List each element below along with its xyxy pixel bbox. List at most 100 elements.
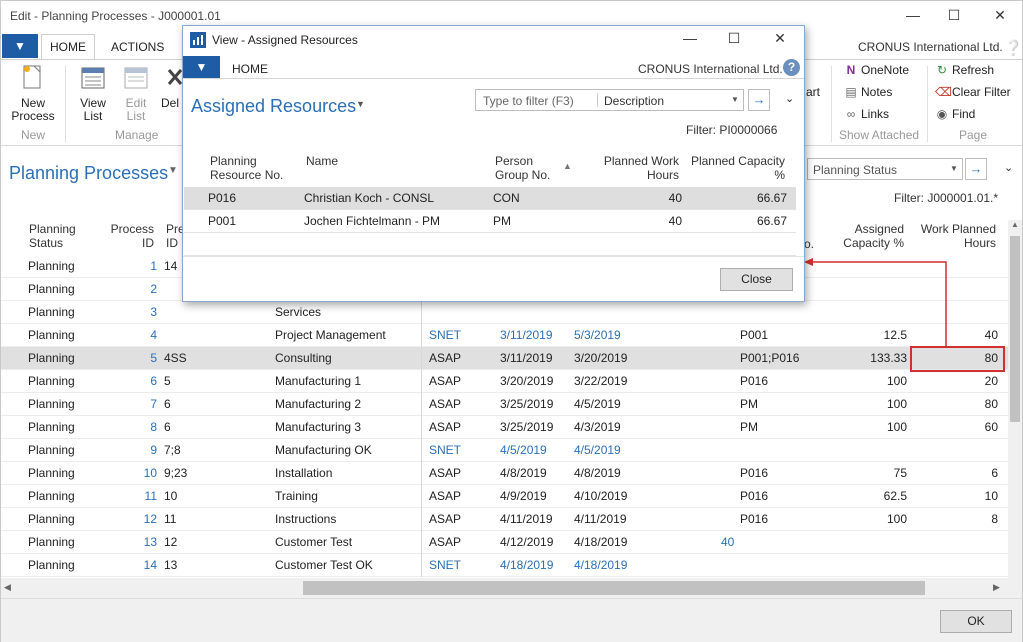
dialog-help-icon[interactable]: ?: [783, 59, 800, 76]
process-id[interactable]: 10: [101, 466, 157, 480]
group-separator: [927, 66, 928, 142]
table-row[interactable]: Planning 8 6 Manufacturing 3 ASAP 3/25/2019 4/…: [1, 416, 1009, 439]
process-id[interactable]: 14: [101, 558, 157, 572]
table-row[interactable]: Planning 14 13 Customer Test OK SNET 4/18/201…: [1, 554, 1009, 577]
onenote-button[interactable]: N OneNote: [844, 63, 909, 77]
process-id[interactable]: 6: [101, 374, 157, 388]
planned-capacity: 66.67: [756, 191, 787, 205]
assigned-capacity: 75: [893, 466, 907, 480]
group-separator: [65, 66, 66, 142]
description: Installation: [275, 466, 333, 480]
edit-list-button[interactable]: Edit List: [118, 64, 154, 123]
group-new-label: New: [21, 128, 46, 142]
header-work-planned-hours[interactable]: Work Planned Hours: [911, 222, 996, 250]
chart-button[interactable]: art: [806, 86, 820, 99]
clear-filter-button[interactable]: ⌫Clear Filter: [935, 85, 1011, 99]
new-process-button[interactable]: New Process: [11, 64, 55, 123]
dialog-app-menu-button[interactable]: ▼: [183, 56, 220, 78]
dialog-close-window-button[interactable]: ✕: [765, 28, 795, 50]
planning-status: Planning: [28, 374, 75, 388]
start-date: 4/5/2019: [500, 443, 547, 457]
app-menu-button[interactable]: ▼: [2, 34, 38, 58]
header-planning-status[interactable]: Planning Status: [29, 222, 76, 250]
dialog-filter-field[interactable]: Description: [604, 94, 664, 108]
start-date: 3/11/2019: [500, 328, 553, 342]
table-row[interactable]: Planning 7 6 Manufacturing 2 ASAP 3/25/2019 4/…: [1, 393, 1009, 416]
dialog-minimize-button[interactable]: —: [675, 28, 705, 50]
resources: PM: [740, 397, 758, 411]
filter-field-select[interactable]: Planning Status ▼: [807, 158, 963, 180]
resources: P016: [740, 466, 769, 480]
process-id[interactable]: 12: [101, 512, 157, 526]
links-button[interactable]: ∞ Links: [844, 107, 889, 121]
process-id[interactable]: 4: [101, 328, 157, 342]
scroll-up-icon[interactable]: ▲: [1008, 220, 1022, 234]
horizontal-scrollbar[interactable]: ◀ ▶: [1, 578, 1022, 598]
maximize-button[interactable]: ☐: [939, 5, 969, 27]
notes-button[interactable]: ▤ Notes: [844, 85, 892, 99]
table-row[interactable]: Planning 5 4SS Consulting ASAP 3/11/2019 3/20/…: [1, 347, 1009, 370]
process-id[interactable]: 8: [101, 420, 157, 434]
filter-go-button[interactable]: →: [965, 158, 987, 180]
page-title-dropdown-icon[interactable]: ▼: [168, 165, 178, 176]
dialog-header-capacity[interactable]: Planned Capacity %: [688, 154, 785, 182]
table-row[interactable]: Planning 13 12 Customer Test ASAP 4/12/2019 4/…: [1, 531, 1009, 554]
tab-actions-label: ACTIONS: [111, 40, 165, 54]
process-id[interactable]: 5: [101, 351, 157, 365]
dialog-tab-home[interactable]: HOME: [232, 62, 268, 76]
tab-actions[interactable]: ACTIONS: [111, 40, 164, 54]
dialog-table-row[interactable]: P001 Jochen Fichtelmann - PM PM 40 66.67: [184, 210, 796, 233]
table-row[interactable]: Planning 9 7;8 Manufacturing OK SNET 4/5/2019…: [1, 439, 1009, 462]
start-date: 4/8/2019: [500, 466, 547, 480]
chevron-down-icon[interactable]: ▼: [731, 95, 739, 104]
horizontal-scroll-thumb[interactable]: [303, 581, 925, 595]
refresh-button[interactable]: ↻ Refresh: [935, 63, 994, 77]
dialog-filter-input[interactable]: Type to filter (F3): [483, 94, 574, 108]
expand-chevron-icon[interactable]: ⌄: [1004, 161, 1013, 174]
resources: 40: [721, 535, 735, 549]
dialog-header-name[interactable]: Name: [306, 154, 338, 168]
process-id[interactable]: 2: [101, 282, 157, 296]
delete-button[interactable]: Del: [161, 64, 183, 110]
table-row[interactable]: Planning 12 11 Instructions ASAP 4/11/2019 4/1…: [1, 508, 1009, 531]
close-button[interactable]: Close: [720, 268, 793, 291]
dialog-header-work-hours[interactable]: Planned Work Hours: [588, 154, 679, 182]
view-list-button[interactable]: View List: [75, 64, 111, 123]
process-id[interactable]: 1: [101, 259, 157, 273]
header-process-id[interactable]: Process ID: [101, 222, 154, 250]
dialog-maximize-button[interactable]: ☐: [719, 28, 749, 50]
new-process-label: New Process: [11, 96, 55, 123]
process-id[interactable]: 13: [101, 535, 157, 549]
predecessor-id: 10: [164, 489, 178, 503]
dialog-table-row[interactable]: P016 Christian Koch - CONSL CON 40 66.67: [184, 187, 796, 210]
ok-button[interactable]: OK: [940, 610, 1012, 633]
dialog-expand-chevron-icon[interactable]: ⌄: [785, 92, 794, 105]
find-button[interactable]: ◉ Find: [935, 107, 976, 121]
resource-no: P016: [208, 191, 237, 205]
header-resource[interactable]: o.: [804, 237, 814, 251]
dialog-header-resource-no[interactable]: Planning Resource No.: [210, 154, 283, 182]
tab-home[interactable]: HOME: [41, 34, 95, 59]
table-row[interactable]: Planning 6 5 Manufacturing 1 ASAP 3/20/2019 3/…: [1, 370, 1009, 393]
header-assigned-capacity[interactable]: Assigned Capacity %: [826, 222, 904, 250]
vertical-scrollbar[interactable]: ▲: [1008, 220, 1022, 578]
dialog-title-dropdown-icon[interactable]: ▼: [356, 99, 365, 109]
scroll-left-icon[interactable]: ◀: [4, 582, 11, 593]
dialog-header-person-group[interactable]: Person Group No.: [495, 154, 550, 182]
close-window-button[interactable]: ✕: [985, 5, 1015, 27]
table-row[interactable]: Planning 10 9;23 Installation ASAP 4/8/2019 4/…: [1, 462, 1009, 485]
tab-home-label: HOME: [50, 40, 86, 54]
help-icon[interactable]: ❔: [1004, 39, 1023, 57]
process-id[interactable]: 9: [101, 443, 157, 457]
calculation-type: ASAP: [429, 397, 462, 411]
minimize-button[interactable]: —: [898, 5, 928, 27]
scroll-right-icon[interactable]: ▶: [993, 582, 1000, 593]
process-id[interactable]: 3: [101, 305, 157, 319]
process-id[interactable]: 11: [101, 489, 157, 503]
process-id[interactable]: 7: [101, 397, 157, 411]
end-date: 5/3/2019: [574, 328, 621, 342]
table-row[interactable]: Planning 11 10 Training ASAP 4/9/2019 4/10/201…: [1, 485, 1009, 508]
vertical-scroll-thumb[interactable]: [1010, 236, 1020, 422]
company-name: CRONUS International Ltd.: [858, 40, 1003, 54]
dialog-filter-go-button[interactable]: →: [748, 89, 770, 111]
